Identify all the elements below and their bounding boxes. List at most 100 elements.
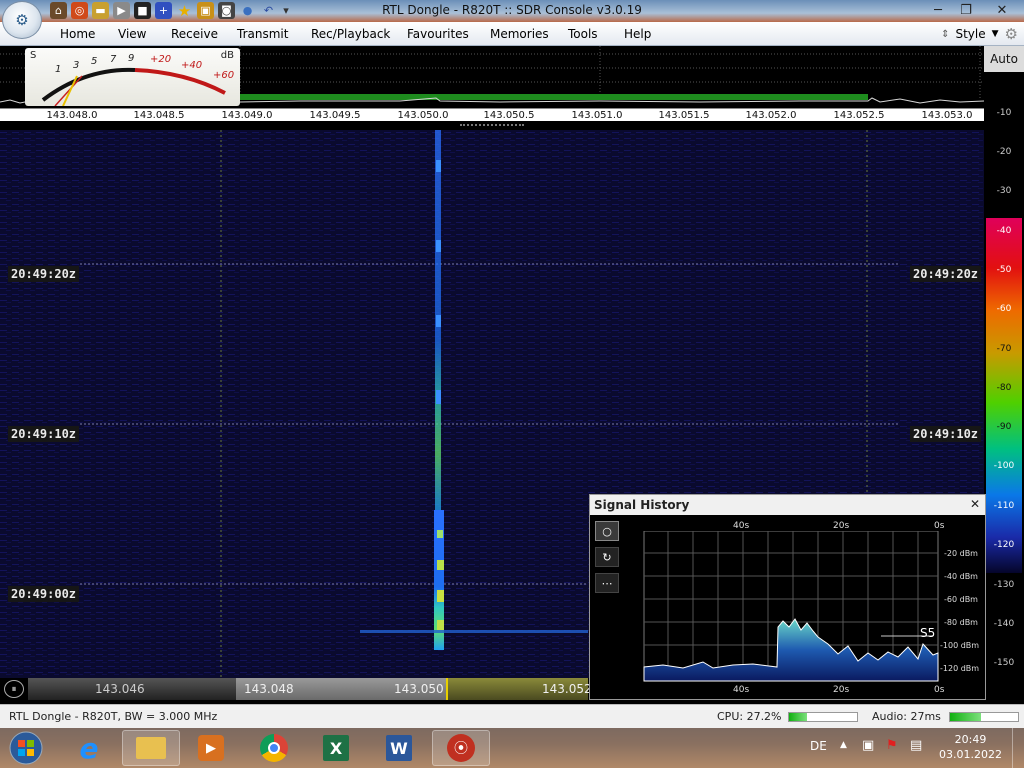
tab-view[interactable]: View xyxy=(118,27,146,41)
sh-dbm-label: -120 dBm xyxy=(940,664,980,673)
tab-home[interactable]: Home xyxy=(60,27,95,41)
status-bar: RTL Dongle - R820T, BW = 3.000 MHz CPU: … xyxy=(0,704,1024,728)
level-scale[interactable]: Auto -10 -20 -30 -40 -50 -60 -70 -80 -90… xyxy=(984,46,1024,700)
folder-icon[interactable]: ▬ xyxy=(92,2,109,19)
sdr-console-icon: ⦿ xyxy=(447,734,475,762)
bottom-frequency-bar[interactable]: ⏸ 143.046 143.048 143.050 143.052 xyxy=(0,678,592,700)
style-dropdown-icon[interactable]: ▼ xyxy=(992,29,999,39)
ribbon-collapse-icon[interactable]: ⇕ xyxy=(941,29,949,40)
excel-taskbar-button[interactable]: X xyxy=(307,730,365,766)
internet-explorer-taskbar-button[interactable]: e xyxy=(60,730,118,766)
undo-icon[interactable]: ↶ xyxy=(260,2,277,19)
tray-flag-icon[interactable]: ⚑ xyxy=(886,738,898,753)
freq-tick: 143.053.0 xyxy=(921,110,973,121)
windows-taskbar: e ▶ X W ⦿ DE ▲ ▣ ⚑ ▤ 20:49 03.01.2022 xyxy=(0,728,1024,768)
signal-history-chart xyxy=(643,531,939,682)
freq-tick: 143.049.5 xyxy=(309,110,361,121)
minimize-button[interactable]: ─ xyxy=(924,0,952,20)
timestamp: 20:49:10z xyxy=(8,426,80,442)
stop-icon[interactable]: ■ xyxy=(134,2,151,19)
tray-expand-icon[interactable]: ▲ xyxy=(840,740,847,750)
freq-tick: 143.050.0 xyxy=(397,110,449,121)
customize-arrow-icon[interactable]: ▾ xyxy=(281,2,291,19)
drop-icon[interactable]: ● xyxy=(239,2,256,19)
meter-tick-7: 7 xyxy=(110,54,117,65)
record-button[interactable]: ○ xyxy=(595,521,619,541)
tab-help[interactable]: Help xyxy=(624,27,651,41)
level-label: -150 xyxy=(993,658,1015,668)
start-button[interactable] xyxy=(0,730,52,766)
meter-tick-plus60: +60 xyxy=(213,70,235,81)
tab-transmit[interactable]: Transmit xyxy=(237,27,288,41)
maximize-button[interactable]: ❐ xyxy=(952,0,980,20)
app-menu-button[interactable]: ⚙ xyxy=(2,1,42,39)
level-label: -110 xyxy=(993,501,1015,511)
tab-rec-playback[interactable]: Rec/Playback xyxy=(311,27,390,41)
timestamp: 20:49:10z xyxy=(910,426,982,442)
freq-tick: 143.049.0 xyxy=(221,110,273,121)
level-label: -80 xyxy=(996,383,1012,393)
play-icon[interactable]: ▶ xyxy=(113,2,130,19)
lock-icon[interactable]: ▣ xyxy=(197,2,214,19)
sh-dbm-label: -60 dBm xyxy=(944,595,978,604)
explorer-taskbar-button[interactable] xyxy=(122,730,180,766)
options-button[interactable]: ⋯ xyxy=(595,573,619,593)
media-player-taskbar-button[interactable]: ▶ xyxy=(182,730,240,766)
tuning-marker[interactable] xyxy=(446,678,448,700)
reset-button[interactable]: ↻ xyxy=(595,547,619,567)
signal-history-close-button[interactable]: ✕ xyxy=(970,497,980,511)
sh-time-label: 0s xyxy=(934,685,945,695)
audio-status: Audio: 27ms xyxy=(872,710,941,723)
freq-tick: 143.048.0 xyxy=(46,110,98,121)
level-label: -40 xyxy=(996,226,1012,236)
freq-tick: 143.050.5 xyxy=(483,110,535,121)
star-icon[interactable]: ★ xyxy=(176,2,193,20)
pause-button[interactable]: ⏸ xyxy=(4,680,24,698)
tab-receive[interactable]: Receive xyxy=(171,27,218,41)
timestamp: 20:49:20z xyxy=(8,266,80,282)
bottom-freq-label: 143.052 xyxy=(542,682,592,696)
home-icon[interactable]: ⌂ xyxy=(50,2,67,19)
meter-tick-1: 1 xyxy=(55,64,62,75)
chrome-taskbar-button[interactable] xyxy=(245,730,303,766)
tab-favourites[interactable]: Favourites xyxy=(407,27,469,41)
bottom-freq-label: 143.050 xyxy=(394,682,444,696)
meter-tick-plus20: +20 xyxy=(150,54,172,65)
level-label: -60 xyxy=(996,304,1012,314)
tray-device-icon[interactable]: ▣ xyxy=(862,738,874,753)
tab-tools[interactable]: Tools xyxy=(568,27,598,41)
spectrum-display[interactable]: S dB 1 3 5 7 9 +20 +40 +60 143.048.0 143… xyxy=(0,46,984,128)
sh-time-label: 40s xyxy=(733,521,750,531)
level-label: -140 xyxy=(993,619,1015,629)
tray-network-icon[interactable]: ▤ xyxy=(910,738,922,753)
camera-icon[interactable]: ◙ xyxy=(218,2,235,19)
timestamp: 20:49:20z xyxy=(910,266,982,282)
signal-history-header[interactable]: Signal History ✕ xyxy=(590,495,985,515)
device-status: RTL Dongle - R820T, BW = 3.000 MHz xyxy=(9,710,218,723)
tab-memories[interactable]: Memories xyxy=(490,27,549,41)
show-desktop-button[interactable] xyxy=(1012,728,1024,768)
word-taskbar-button[interactable]: W xyxy=(370,730,428,766)
auto-level-button[interactable]: Auto xyxy=(984,46,1024,72)
close-button[interactable]: ✕ xyxy=(980,0,1024,20)
word-icon: W xyxy=(386,735,412,761)
folder-icon xyxy=(136,737,166,759)
splitter-handle[interactable] xyxy=(460,124,524,128)
windows-logo-icon xyxy=(9,731,43,765)
sdr-console-taskbar-button[interactable]: ⦿ xyxy=(432,730,490,766)
freq-tick: 143.052.5 xyxy=(833,110,885,121)
input-language[interactable]: DE xyxy=(810,739,827,753)
signal-history-body: ○ ↻ ⋯ 40s 20s 0s 40s 20s 0s -20 dBm -40 … xyxy=(590,515,985,699)
style-menu-label[interactable]: Style xyxy=(955,27,985,41)
sh-dbm-label: -100 dBm xyxy=(940,641,980,650)
freq-tick: 143.051.5 xyxy=(658,110,710,121)
add-icon[interactable]: + xyxy=(155,2,172,19)
frequency-axis[interactable]: 143.048.0 143.048.5 143.049.0 143.049.5 … xyxy=(0,108,984,124)
meter-tick-5: 5 xyxy=(91,56,98,67)
settings-gear-icon[interactable]: ⚙ xyxy=(1005,25,1018,43)
meter-tick-plus40: +40 xyxy=(181,60,203,71)
help-ring-icon[interactable]: ◎ xyxy=(71,2,88,19)
level-label: -10 xyxy=(996,108,1012,118)
s-reading-label: S5 xyxy=(920,626,936,640)
system-clock[interactable]: 20:49 03.01.2022 xyxy=(939,732,1002,762)
